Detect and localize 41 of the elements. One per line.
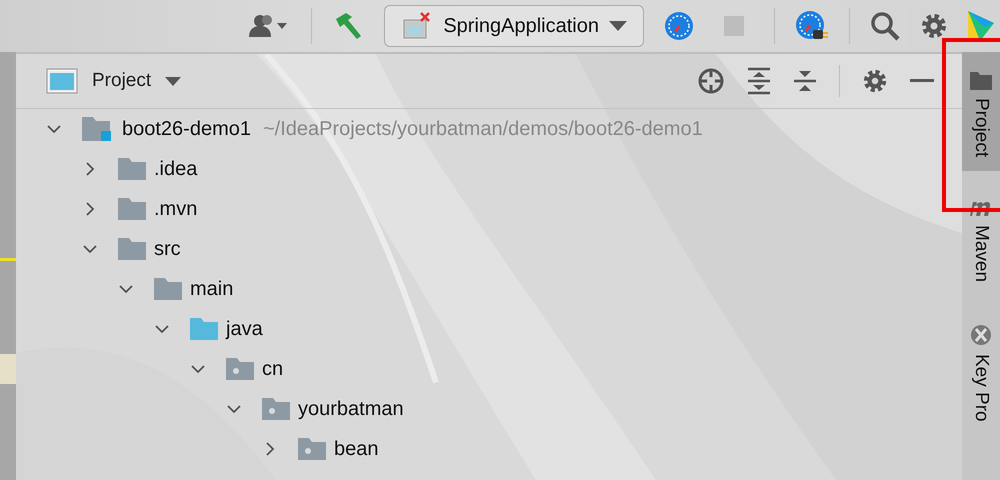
locate-icon[interactable] (697, 67, 725, 95)
tree-item-label[interactable]: java (226, 318, 263, 340)
caret-icon (609, 21, 627, 31)
caret-icon (165, 76, 182, 86)
run-configuration-dropdown[interactable]: SpringApplication (384, 5, 644, 47)
project-window-icon (46, 68, 78, 94)
folder-icon (118, 238, 146, 260)
package-folder-icon (262, 398, 290, 420)
folder-icon (154, 278, 182, 300)
folder-icon (118, 158, 146, 180)
tool-window-tab[interactable]: Maven (962, 179, 1000, 296)
change-marker (0, 258, 16, 261)
package-folder-icon (226, 358, 254, 380)
tree-item-label[interactable]: .mvn (154, 198, 198, 220)
app-logo-icon[interactable] (968, 11, 994, 41)
tree-item-label[interactable]: yourbatman (298, 398, 404, 420)
tree-item-label[interactable]: main (190, 278, 234, 300)
module-folder-icon (82, 117, 114, 141)
gauge-plug-icon[interactable] (795, 10, 829, 42)
minimize-icon[interactable] (910, 79, 934, 83)
search-icon[interactable] (870, 11, 900, 41)
folder-icon (118, 198, 146, 220)
package-folder-icon (298, 438, 326, 460)
tree-item-label[interactable]: bean (334, 438, 378, 460)
source-folder-icon (190, 318, 218, 340)
settings-icon[interactable] (862, 68, 888, 94)
project-path: ~/IdeaProjects/yourbatman/demos/boot26-demo1 (262, 118, 703, 140)
expand-all-icon[interactable] (747, 67, 771, 95)
gauge-icon[interactable] (664, 11, 694, 41)
maven-icon (969, 199, 993, 218)
key-promoter-icon (970, 324, 992, 346)
tool-window-tab[interactable]: Project (962, 52, 1000, 172)
tree-item-label[interactable]: cn (262, 358, 284, 380)
tree-item-label[interactable]: src (154, 238, 181, 260)
settings-icon[interactable] (920, 12, 948, 40)
tree-item-label[interactable]: .idea (154, 158, 198, 180)
highlight-marker (0, 354, 16, 384)
view-selector-dropdown[interactable]: Project (46, 68, 182, 94)
folder-icon (970, 72, 992, 90)
tree-item-label[interactable]: boot26-demo1 (122, 118, 251, 140)
tool-window-tab[interactable]: Key Pro (962, 304, 1000, 436)
